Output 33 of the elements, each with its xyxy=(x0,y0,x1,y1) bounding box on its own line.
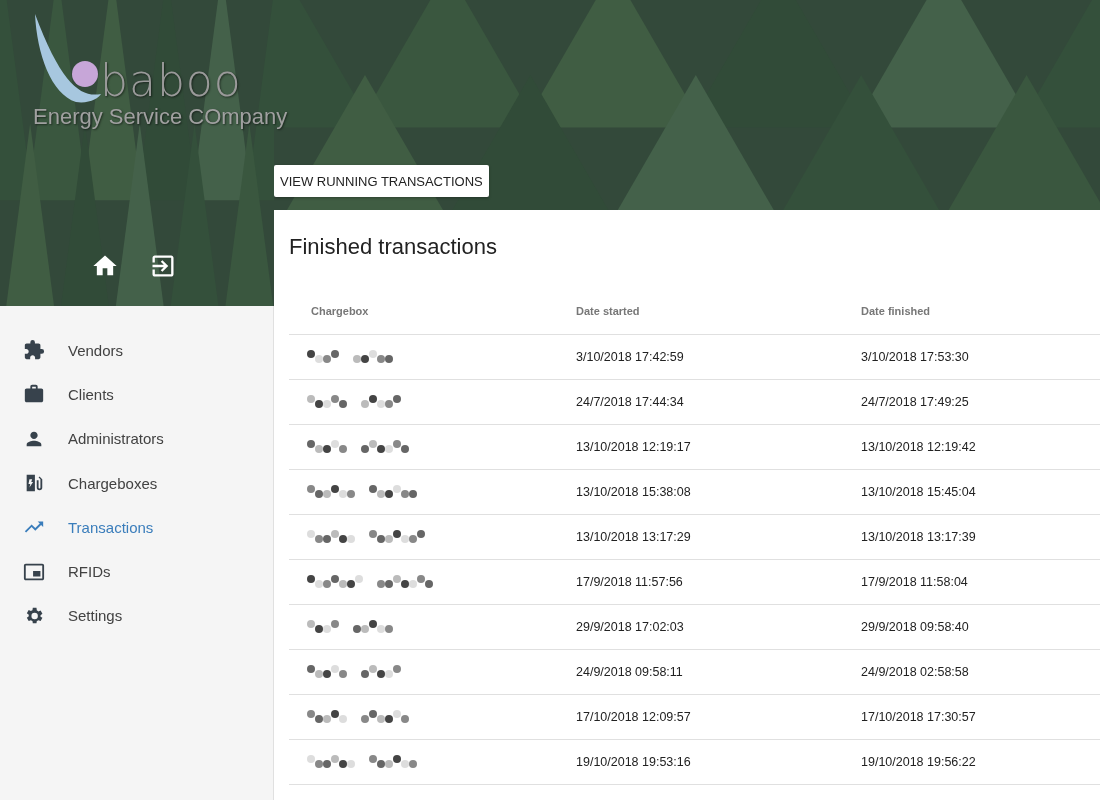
table-cell: 24/7/2018 17:44:34 xyxy=(576,395,684,409)
column-header: Date finished xyxy=(861,305,932,317)
table-cell: 24/9/2018 09:58:11 xyxy=(576,665,683,679)
card-title: Finished transactions xyxy=(289,234,498,260)
table-cell: 17/9/2018 11:58:04 xyxy=(861,575,968,589)
table-cell: 17/9/2018 11:57:56 xyxy=(576,575,683,589)
sidebar-item[interactable]: RFIDs xyxy=(0,549,273,594)
table-cell: 13/10/2018 15:38:08 xyxy=(576,485,691,499)
table-cell: 13/10/2018 12:19:17 xyxy=(576,440,691,454)
table-cell: 17/10/2018 12:09:57 xyxy=(576,710,691,724)
sidebar-item[interactable]: Settings xyxy=(0,593,273,639)
table-cell: 24/9/2018 02:58:58 xyxy=(861,665,969,679)
sidebar-item[interactable]: Administrators xyxy=(0,416,273,461)
table-cell: 19/10/2018 19:56:22 xyxy=(861,755,976,769)
puzzle-icon xyxy=(23,339,45,362)
sidebar-item[interactable]: Clients xyxy=(0,372,273,417)
table-cell: 29/9/2018 17:02:03 xyxy=(576,620,684,634)
table-cell: 13/10/2018 15:45:04 xyxy=(861,485,976,499)
table-cell: 29/9/2018 09:58:40 xyxy=(861,620,969,634)
column-header: Date started xyxy=(576,305,641,317)
view-running-button[interactable]: VIEW RUNNING TRANSACTIONS xyxy=(274,165,489,197)
table-cell: 24/7/2018 17:49:25 xyxy=(861,395,969,409)
table-cell: 13/10/2018 12:19:42 xyxy=(861,440,976,454)
sidebar-item[interactable]: Chargeboxes xyxy=(0,460,273,506)
table-cell: 3/10/2018 17:42:59 xyxy=(576,350,684,364)
sidebar-item[interactable]: Vendors xyxy=(0,328,273,373)
table-cell: 19/10/2018 19:53:16 xyxy=(576,755,691,769)
column-header: Chargebox xyxy=(310,305,370,317)
table-cell: 17/10/2018 17:30:57 xyxy=(861,710,976,724)
sidebar-item[interactable]: Transactions xyxy=(0,505,273,550)
table-cell: 13/10/2018 13:17:29 xyxy=(576,530,691,544)
table-cell: 13/10/2018 13:17:39 xyxy=(861,530,976,544)
table-cell: 3/10/2018 17:53:30 xyxy=(861,350,969,364)
